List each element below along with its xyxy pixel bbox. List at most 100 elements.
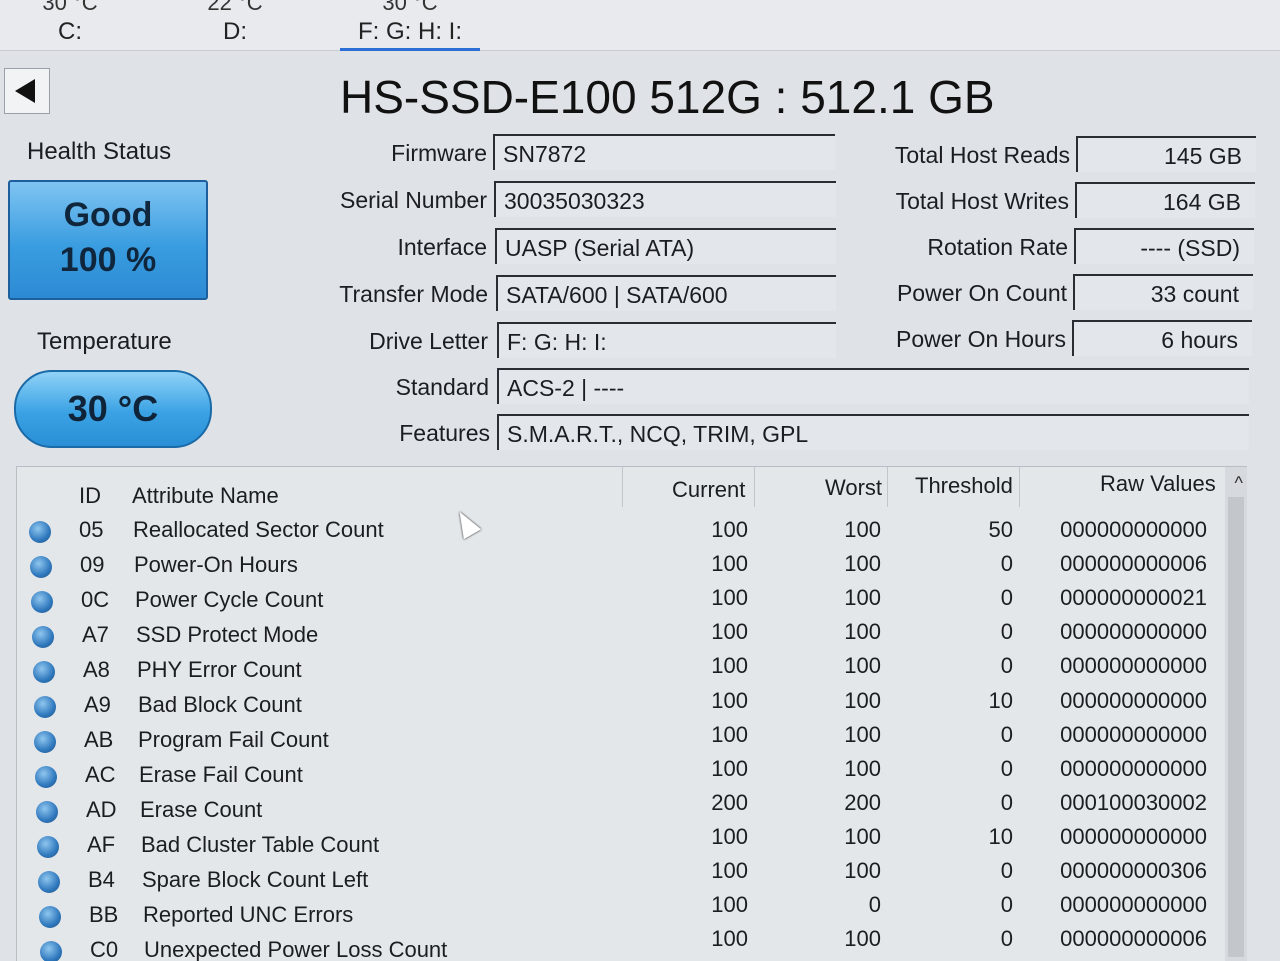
scroll-up-icon[interactable]: ^ <box>1235 473 1243 494</box>
attribute-name: Unexpected Power Loss Count <box>144 937 448 961</box>
back-arrow-icon <box>15 79 35 103</box>
status-dot-icon <box>31 591 53 613</box>
attribute-name: Bad Block Count <box>138 692 302 717</box>
column-divider <box>887 467 888 507</box>
drive-tab-d[interactable]: 22 °C D: <box>175 0 295 48</box>
column-header-current[interactable]: Current <box>672 477 745 503</box>
attribute-current: 100 <box>711 688 748 713</box>
status-dot-icon <box>37 836 59 858</box>
transfer-mode-field[interactable]: SATA/600 | SATA/600 <box>496 275 836 311</box>
attribute-id: A7 <box>82 622 109 647</box>
rotation-rate-field[interactable]: ---- (SSD) <box>1074 228 1254 264</box>
drive-letter-label: Drive Letter <box>369 328 488 354</box>
attribute-raw-value: 000000000000 <box>1060 653 1207 678</box>
serial-number-label: Serial Number <box>340 187 487 213</box>
attribute-name: Power-On Hours <box>134 552 298 577</box>
attribute-id: 0C <box>81 587 110 612</box>
column-header-id[interactable]: ID <box>79 483 101 509</box>
column-divider <box>754 467 755 507</box>
total-host-writes-label: Total Host Writes <box>895 188 1069 214</box>
status-dot-icon <box>30 556 52 578</box>
attribute-threshold: 0 <box>1000 756 1013 781</box>
attribute-current: 100 <box>711 722 748 747</box>
table-row[interactable]: A8 PHY Error Count 100 100 0 000000000000 <box>17 653 1247 689</box>
table-row[interactable]: AC Erase Fail Count 100 100 0 000000000000 <box>17 756 1247 794</box>
standard-field[interactable]: ACS-2 | ---- <box>497 368 1249 404</box>
table-row[interactable]: A9 Bad Block Count 100 100 10 000000000000 <box>17 688 1247 724</box>
attribute-name: Erase Count <box>140 797 263 822</box>
attribute-raw-value: 000000000000 <box>1060 824 1207 849</box>
attribute-name: Reallocated Sector Count <box>133 517 384 542</box>
attribute-id: AF <box>87 832 116 857</box>
health-status-value: Good <box>63 196 153 234</box>
attribute-name: Spare Block Count Left <box>142 867 369 892</box>
standard-label: Standard <box>395 374 489 400</box>
smart-attributes-table[interactable]: ID Attribute Name Current Worst Threshol… <box>16 466 1247 961</box>
firmware-label: Firmware <box>391 140 487 166</box>
vertical-scrollbar[interactable]: ^ <box>1225 467 1247 961</box>
attribute-worst: 0 <box>868 892 881 917</box>
column-header-worst[interactable]: Worst <box>825 475 882 501</box>
column-header-attribute-name[interactable]: Attribute Name <box>132 483 279 509</box>
attribute-threshold: 0 <box>1000 585 1013 610</box>
features-field[interactable]: S.M.A.R.T., NCQ, TRIM, GPL <box>497 414 1249 450</box>
serial-number-field[interactable]: 30035030323 <box>494 181 836 217</box>
power-on-count-label: Power On Count <box>896 280 1067 306</box>
attribute-threshold: 10 <box>988 824 1013 849</box>
temperature-label: Temperature <box>37 328 172 355</box>
attribute-raw-value: 000000000000 <box>1060 688 1207 713</box>
attribute-current: 100 <box>711 858 748 883</box>
drive-letter: F: G: H: I: <box>357 18 462 45</box>
attribute-raw-value: 000000000006 <box>1060 551 1207 576</box>
table-row[interactable]: 09 Power-On Hours 100 100 0 000000000006 <box>17 550 1247 584</box>
attribute-id: 09 <box>80 552 105 577</box>
attribute-threshold: 0 <box>1000 790 1013 815</box>
attribute-raw-value: 000000000000 <box>1060 756 1207 781</box>
attribute-id: AC <box>85 762 116 787</box>
power-on-count-field[interactable]: 33 count <box>1073 274 1253 310</box>
attribute-worst: 100 <box>844 722 881 747</box>
total-host-reads-field[interactable]: 145 GB <box>1076 136 1256 172</box>
attribute-worst: 100 <box>844 756 881 781</box>
column-divider <box>1019 467 1020 507</box>
scrollbar-thumb[interactable] <box>1228 497 1244 957</box>
attribute-worst: 100 <box>844 517 881 542</box>
attribute-threshold: 0 <box>1000 722 1013 747</box>
status-dot-icon <box>40 941 62 961</box>
drive-tab-c[interactable]: 30 °C C: <box>10 0 130 48</box>
temperature-badge[interactable]: 30 °C <box>14 370 212 448</box>
features-label: Features <box>399 420 490 446</box>
attribute-threshold: 0 <box>1000 892 1013 917</box>
drive-tab-fghi[interactable]: 30 °C F: G: H: I: <box>340 0 480 51</box>
health-status-button[interactable]: Good 100 % <box>8 180 208 300</box>
attribute-raw-value: 000000000000 <box>1060 517 1207 542</box>
table-row[interactable]: 05 Reallocated Sector Count 100 100 50 000000… <box>17 515 1247 549</box>
power-on-hours-field[interactable]: 6 hours <box>1072 320 1252 356</box>
drive-temp: 22 °C <box>207 0 263 15</box>
column-header-threshold[interactable]: Threshold <box>915 473 1013 499</box>
column-header-raw-values[interactable]: Raw Values <box>1100 471 1216 497</box>
attribute-name: Erase Fail Count <box>139 762 303 787</box>
attribute-worst: 100 <box>844 824 881 849</box>
table-row[interactable]: A7 SSD Protect Mode 100 100 0 000000000000 <box>17 619 1247 654</box>
attribute-id: BB <box>89 902 119 927</box>
status-dot-icon <box>35 766 57 788</box>
table-row[interactable]: C0 Unexpected Power Loss Count 100 100 0 0000… <box>17 926 1247 961</box>
attribute-name: Reported UNC Errors <box>143 902 354 927</box>
back-button[interactable] <box>4 68 50 114</box>
attribute-name: Power Cycle Count <box>135 587 324 612</box>
interface-field[interactable]: UASP (Serial ATA) <box>495 228 836 264</box>
table-row[interactable]: AB Program Fail Count 100 100 0 000000000000 <box>17 722 1247 759</box>
table-row[interactable]: 0C Power Cycle Count 100 100 0 000000000021 <box>17 585 1247 619</box>
rotation-rate-label: Rotation Rate <box>927 234 1068 260</box>
drive-tab-strip: 30 °C C: 22 °C D: 30 °C F: G: H: I: <box>0 0 1280 51</box>
temperature-value: 30 °C <box>67 388 159 429</box>
drive-letter-field[interactable]: F: G: H: I: <box>497 322 836 358</box>
attribute-id: B4 <box>88 867 115 892</box>
attribute-current: 100 <box>711 585 748 610</box>
total-host-writes-field[interactable]: 164 GB <box>1075 182 1255 218</box>
interface-label: Interface <box>397 234 488 260</box>
attribute-worst: 100 <box>844 653 881 678</box>
drive-letter: C: <box>58 18 82 45</box>
firmware-field[interactable]: SN7872 <box>493 134 835 170</box>
